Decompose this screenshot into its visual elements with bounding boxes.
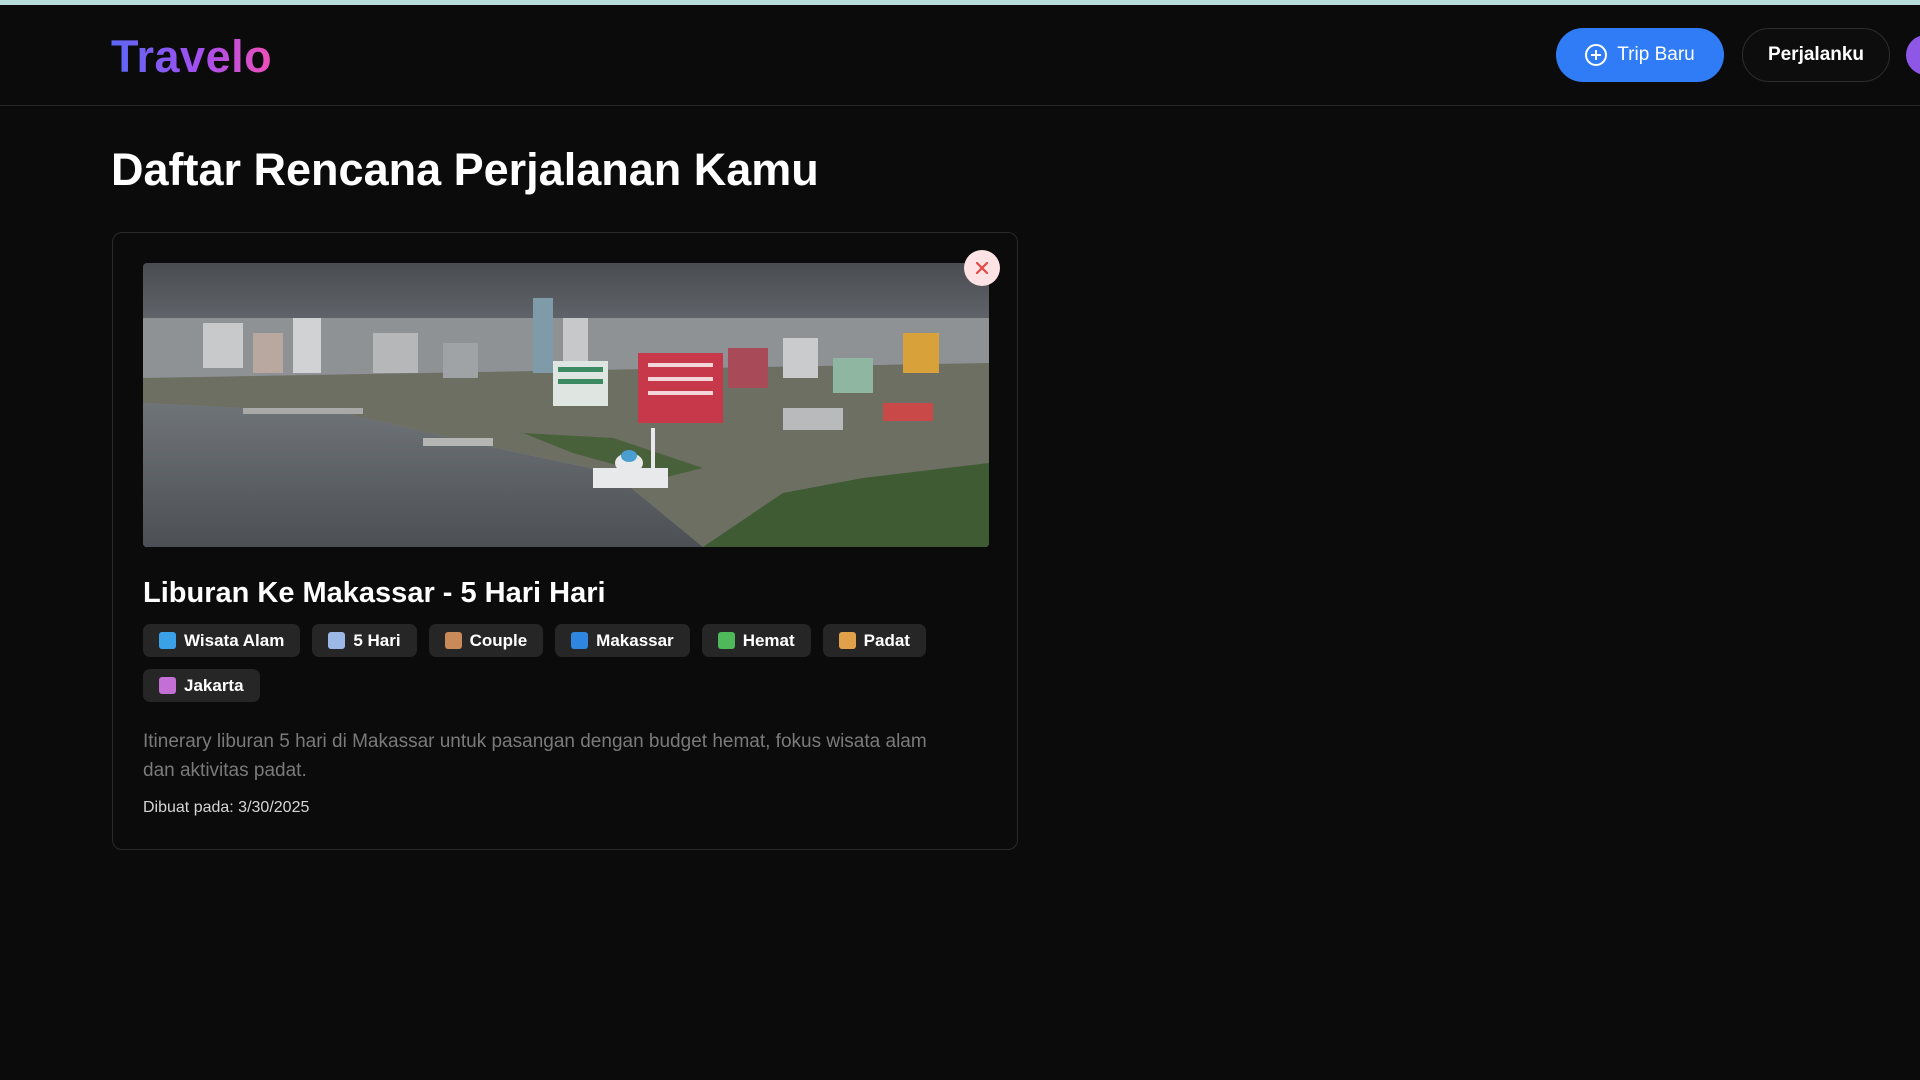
tag-budget: Hemat bbox=[701, 624, 811, 657]
landscape-icon bbox=[159, 632, 176, 649]
page-title: Daftar Rencana Perjalanan Kamu bbox=[111, 144, 819, 195]
couple-icon bbox=[444, 632, 462, 649]
logo[interactable]: Travelo bbox=[111, 31, 272, 83]
tag-origin: Jakarta bbox=[143, 669, 260, 702]
tag-label: Padat bbox=[863, 630, 910, 650]
app-header: Travelo Trip Baru Perjalanku bbox=[0, 5, 1920, 106]
tag-wisata-alam: Wisata Alam bbox=[143, 624, 301, 657]
tag-label: Jakarta bbox=[184, 675, 244, 695]
cityscape-icon bbox=[159, 677, 176, 694]
tag-label: Hemat bbox=[742, 630, 795, 650]
new-trip-label: Trip Baru bbox=[1617, 44, 1695, 65]
trip-description: Itinerary liburan 5 hari di Makassar unt… bbox=[143, 731, 927, 781]
tag-duration: 5 Hari bbox=[312, 624, 417, 657]
new-trip-button[interactable]: Trip Baru bbox=[1556, 28, 1724, 82]
running-icon bbox=[838, 632, 856, 649]
trip-card[interactable]: Liburan Ke Makassar - 5 Hari Hari Wisata… bbox=[112, 232, 1018, 850]
trip-tags: Wisata Alam 5 Hari Couple Makassar Hemat… bbox=[143, 624, 963, 702]
tag-label: Makassar bbox=[596, 630, 674, 650]
my-trips-button[interactable]: Perjalanku bbox=[1742, 28, 1890, 82]
tag-pace: Padat bbox=[822, 624, 926, 657]
tag-label: 5 Hari bbox=[353, 630, 401, 650]
tag-couple: Couple bbox=[428, 624, 544, 657]
tag-label: Couple bbox=[469, 630, 528, 650]
tag-label: Wisata Alam bbox=[184, 630, 285, 650]
avatar[interactable] bbox=[1906, 35, 1920, 75]
delete-trip-button[interactable] bbox=[964, 250, 1000, 286]
close-icon bbox=[975, 261, 989, 275]
created-date: Dibuat pada: 3/30/2025 bbox=[143, 799, 310, 816]
trip-title[interactable]: Liburan Ke Makassar - 5 Hari Hari bbox=[143, 577, 606, 610]
calendar-icon bbox=[328, 632, 346, 649]
money-wings-icon bbox=[717, 632, 735, 649]
wave-icon bbox=[571, 632, 589, 649]
trip-cover-image bbox=[143, 263, 989, 547]
plus-circle-icon bbox=[1585, 44, 1608, 66]
tag-destination: Makassar bbox=[555, 624, 690, 657]
